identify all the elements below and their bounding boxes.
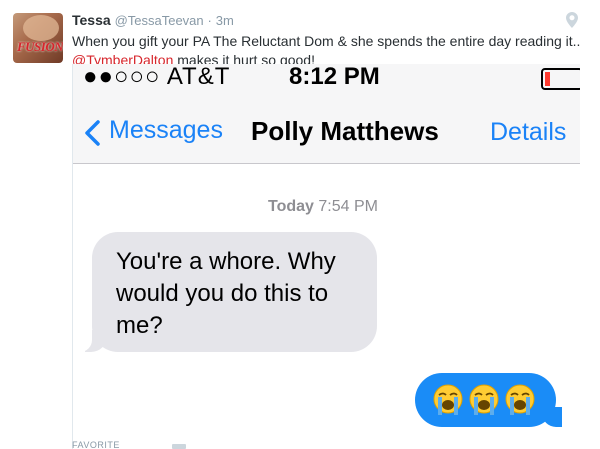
incoming-message-bubble: You're a whore. Why would you do this to… bbox=[75, 232, 377, 352]
contact-name: Polly Matthews bbox=[251, 116, 439, 146]
details-link: Details bbox=[490, 118, 567, 146]
separator: · bbox=[207, 13, 212, 28]
tweet-time[interactable]: 3m bbox=[216, 13, 234, 28]
imessage-header: ●●○○○ AT&T 8:12 PM Messages Polly Matthe… bbox=[73, 64, 580, 164]
location-pin-icon bbox=[566, 12, 578, 28]
loudly-crying-face-icon bbox=[469, 384, 499, 415]
tweet-text-before: When you gift your PA The Reluctant Dom … bbox=[72, 33, 581, 49]
emoji-row bbox=[431, 382, 539, 418]
author-handle[interactable]: @TessaTeevan bbox=[115, 13, 204, 28]
more-options-icon[interactable] bbox=[172, 442, 186, 449]
attached-photo[interactable]: ●●○○○ AT&T 8:12 PM Messages Polly Matthe… bbox=[72, 64, 580, 449]
outgoing-message-bubble bbox=[415, 373, 562, 427]
back-to-messages: Messages bbox=[109, 116, 223, 144]
carrier-signal: ●●○○○ AT&T bbox=[83, 64, 231, 90]
favorite-label: FAVORITE bbox=[72, 440, 120, 449]
status-time: 8:12 PM bbox=[289, 64, 380, 90]
author-name[interactable]: Tessa bbox=[72, 12, 111, 28]
timestamp-time: 7:54 PM bbox=[318, 198, 378, 215]
battery-icon bbox=[541, 68, 580, 90]
avatar-photo bbox=[23, 15, 59, 41]
loudly-crying-face-icon bbox=[433, 384, 463, 415]
message-timestamp: Today 7:54 PM bbox=[268, 198, 378, 216]
avatar[interactable]: FUSION bbox=[13, 13, 63, 63]
loudly-crying-face-icon bbox=[505, 384, 535, 415]
timestamp-day: Today bbox=[268, 198, 314, 215]
avatar-logo-text: FUSION bbox=[17, 39, 63, 54]
incoming-message-text: You're a whore. Why would you do this to… bbox=[116, 248, 336, 339]
chevron-left-icon bbox=[85, 120, 100, 146]
author-line: Tessa @TessaTeevan · 3m bbox=[72, 12, 234, 28]
